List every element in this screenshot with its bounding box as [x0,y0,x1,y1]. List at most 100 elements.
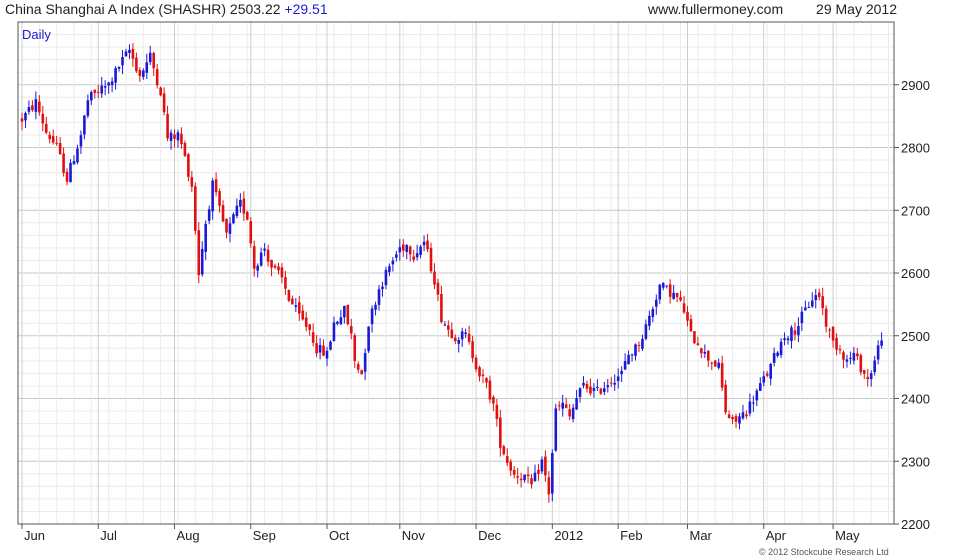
candle-body [332,322,336,341]
candle-body [564,404,568,408]
candle-body [194,186,197,231]
candle-body [72,161,76,165]
candle-body [814,295,818,301]
candle-body [641,338,644,349]
candle-body [353,335,357,362]
candle-body [679,297,682,301]
candle-body [124,51,128,57]
candle-body [516,476,519,478]
candle-body [734,416,738,422]
candle-body [76,148,79,163]
candle-body [311,332,315,343]
candle-body [606,385,610,388]
candle-body [502,446,506,455]
candle-body [495,404,499,420]
candle-body [603,388,606,392]
candle-body [148,52,152,63]
candle-body [762,376,766,383]
candle-body [107,82,110,86]
x-tick-label: May [835,528,860,543]
candle-body [65,171,69,182]
y-tick-label: 2700 [901,203,930,218]
candle-body [93,89,97,93]
candle-body [668,284,672,297]
candle-body [412,256,415,260]
candle-body [665,285,669,287]
candle-body [478,367,481,377]
candle-body [575,398,578,410]
candle-body [720,363,724,388]
candle-body [627,354,630,365]
x-tick-label: Jul [100,528,117,543]
candle-body [873,360,876,373]
candle-body [703,351,707,354]
candle-body [211,180,214,212]
candle-body [856,353,859,357]
candle-body [748,401,752,414]
candle-body [852,352,856,361]
candle-body [83,115,86,135]
candle-body [450,329,454,339]
candle-body [48,134,52,140]
y-tick-label: 2800 [901,141,930,156]
candle-body [696,343,700,346]
candle-body [648,315,651,326]
candle-body [381,286,384,290]
candle-body [395,254,398,258]
candle-body [415,253,419,258]
candle-body [440,294,443,323]
candle-body [623,361,627,370]
candle-body [682,303,686,313]
candle-body [620,370,623,375]
candle-body [821,296,824,309]
candle-body [218,191,221,206]
candle-body [367,326,370,352]
candle-body [838,349,842,351]
candle-body [27,107,31,112]
candle-body [793,330,797,335]
candle-body [776,352,779,356]
x-tick-label: Aug [177,528,200,543]
candle-body [772,352,776,363]
candle-body [138,70,142,76]
candle-body [755,390,759,401]
candle-body [256,265,259,271]
x-tick-label: Nov [402,528,426,543]
candle-body [360,370,363,375]
candle-body [644,324,648,339]
candle-body [655,299,658,307]
candle-body [523,474,526,481]
candle-body [457,339,461,344]
candle-body [835,337,838,350]
candle-body [686,311,689,321]
candle-body [221,205,225,222]
candle-body [637,345,641,347]
candle-body [377,289,381,305]
candle-body [537,469,540,474]
candle-body [675,293,679,298]
candle-body [239,199,242,207]
candle-body [807,306,811,308]
candle-body [779,341,783,356]
y-tick-label: 2500 [901,329,930,344]
candle-body [460,331,464,340]
candle-body [62,153,65,174]
candle-body [90,92,93,101]
y-tick-label: 2600 [901,266,930,281]
candle-body [804,307,807,311]
candle-body [505,456,509,463]
candle-body [540,459,544,472]
candle-body [339,317,343,325]
candle-body [259,252,263,266]
candle-body [568,409,571,417]
candle-body [34,99,38,112]
candle-body [561,402,565,409]
candle-body [481,374,485,376]
candle-body [356,364,360,370]
candle-body [426,240,429,250]
candle-body [114,68,117,83]
y-tick-label: 2900 [901,78,930,93]
x-tick-label: 2012 [554,528,583,543]
candle-body [162,93,166,113]
candle-body [845,359,849,362]
